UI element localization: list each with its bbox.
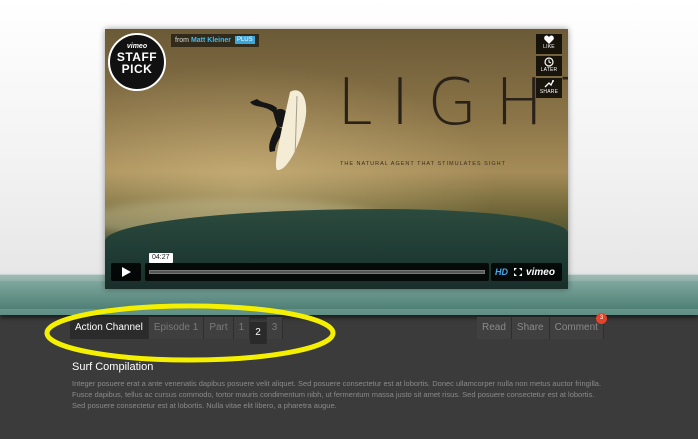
play-icon [122, 267, 131, 277]
time-display: 04:27 [149, 253, 173, 263]
action-tabs: Read Share Comment 3 [477, 313, 607, 339]
play-button[interactable] [111, 263, 141, 281]
staff-pick-line2: PICK [121, 62, 153, 76]
share-button[interactable]: Share [511, 317, 550, 339]
player-controls: 04:27 HD vimeo [111, 253, 562, 281]
progress-track[interactable] [149, 270, 485, 274]
title-art: LIGHT [337, 66, 568, 140]
highlight-ellipse [44, 303, 336, 363]
progress-bar[interactable]: 04:27 [145, 253, 489, 281]
surfer-image [250, 90, 307, 171]
subtitle-art: THE NATURAL AGENT THAT STIMULATES SIGHT [340, 161, 506, 167]
player-right-controls: HD vimeo [491, 263, 562, 281]
description-title: Surf Compilation [72, 361, 154, 373]
video-byline: from Matt Kleiner PLUS [171, 34, 259, 47]
heart-icon [544, 35, 554, 44]
like-label: LIKE [543, 44, 555, 50]
staff-pick-badge: vimeo STAFF PICK [108, 33, 166, 91]
video-player[interactable]: vimeo STAFF PICK from Matt Kleiner PLUS … [105, 29, 568, 289]
plus-badge: PLUS [234, 36, 255, 44]
vimeo-logo[interactable]: vimeo [526, 267, 555, 278]
author-link[interactable]: Matt Kleiner [191, 37, 231, 44]
description-body: Integer posuere erat a ante venenatis da… [72, 379, 602, 410]
like-button[interactable]: LIKE [536, 34, 562, 54]
fullscreen-icon[interactable] [513, 264, 522, 282]
highlight-ellipse-stroke [44, 303, 336, 363]
hd-toggle[interactable]: HD [495, 267, 508, 277]
from-label: from [175, 37, 189, 44]
comment-count-badge: 3 [596, 313, 607, 324]
read-button[interactable]: Read [477, 317, 512, 339]
